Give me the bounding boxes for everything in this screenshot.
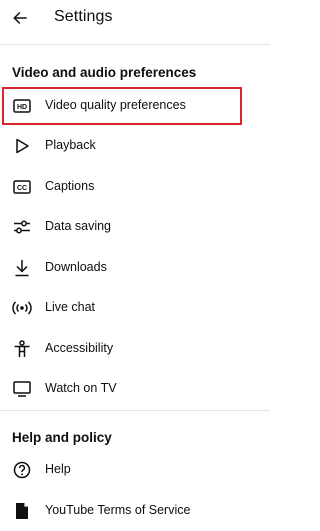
svg-text:HD: HD <box>17 104 27 111</box>
svg-text:CC: CC <box>17 185 27 192</box>
settings-item-terms-of-service[interactable]: YouTube Terms of Service <box>0 492 270 530</box>
settings-item-label: Downloads <box>45 260 107 274</box>
help-circle-icon <box>12 460 32 480</box>
settings-item-label: Video quality preferences <box>45 98 186 112</box>
hd-icon: HD <box>12 96 32 116</box>
header-divider <box>0 44 270 45</box>
sliders-icon <box>12 217 32 237</box>
settings-item-label: Watch on TV <box>45 381 117 395</box>
settings-item-label: Help <box>45 462 71 476</box>
accessibility-person-icon <box>12 339 32 359</box>
back-button[interactable] <box>8 6 32 30</box>
settings-item-accessibility[interactable]: Accessibility <box>0 330 270 368</box>
settings-item-label: Accessibility <box>45 341 114 355</box>
settings-item-label: Data saving <box>45 219 112 233</box>
settings-item-playback[interactable]: Playback <box>0 127 270 165</box>
settings-item-video-quality[interactable]: HD Video quality preferences <box>0 87 270 125</box>
page-title: Settings <box>54 8 113 25</box>
live-broadcast-icon <box>12 298 32 318</box>
settings-item-watch-on-tv[interactable]: Watch on TV <box>0 370 270 408</box>
download-icon <box>12 258 32 278</box>
settings-item-captions[interactable]: CC Captions <box>0 168 270 206</box>
settings-item-downloads[interactable]: Downloads <box>0 249 270 287</box>
arrow-left-icon <box>11 9 29 27</box>
settings-item-live-chat[interactable]: Live chat <box>0 289 270 327</box>
app-header: Settings <box>0 0 270 40</box>
document-icon <box>12 501 32 521</box>
section-divider <box>0 410 270 411</box>
captions-icon: CC <box>12 177 32 197</box>
settings-item-label: Live chat <box>45 300 96 314</box>
section-title-video-audio: Video and audio preferences <box>12 65 197 80</box>
tv-icon <box>12 379 32 399</box>
settings-item-help[interactable]: Help <box>0 451 270 489</box>
play-outline-icon <box>12 136 32 156</box>
settings-item-data-saving[interactable]: Data saving <box>0 208 270 246</box>
settings-item-label: YouTube Terms of Service <box>45 503 191 517</box>
settings-item-label: Captions <box>45 179 95 193</box>
settings-item-label: Playback <box>45 138 96 152</box>
section-title-help-policy: Help and policy <box>12 430 112 445</box>
